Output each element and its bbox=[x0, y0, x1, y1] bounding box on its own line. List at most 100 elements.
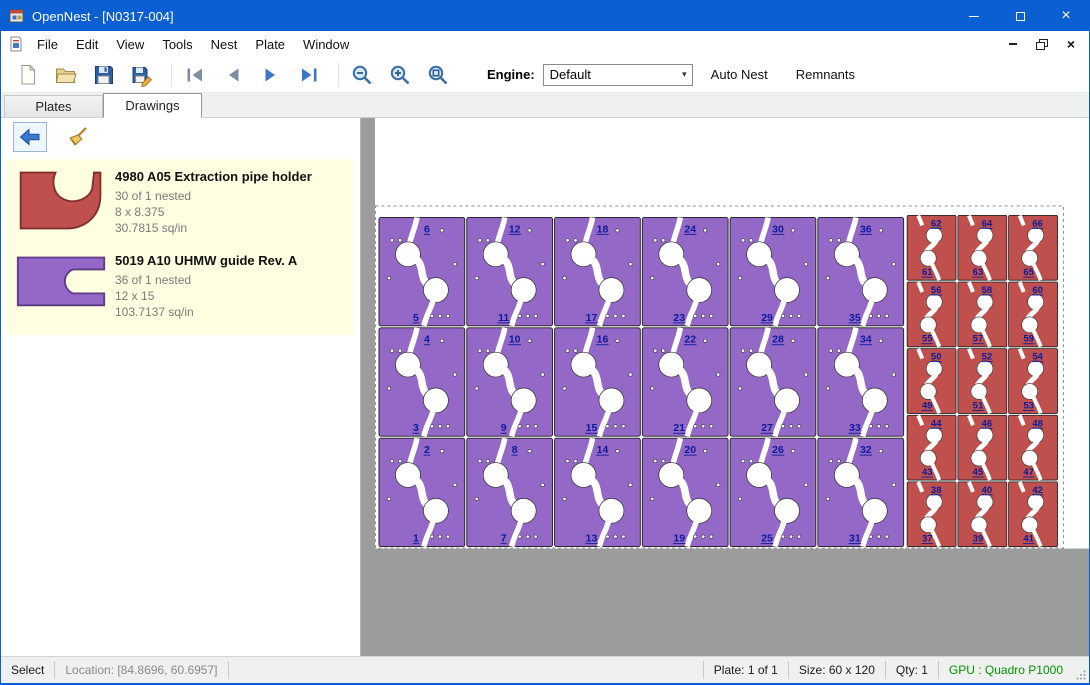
menu-edit[interactable]: Edit bbox=[67, 33, 107, 56]
last-plate-button[interactable] bbox=[296, 62, 322, 88]
resize-grip[interactable] bbox=[1073, 657, 1089, 683]
nest-cell-red-63-64[interactable]: 6463 bbox=[958, 215, 1007, 280]
svg-text:5: 5 bbox=[413, 313, 419, 324]
menu-file[interactable]: File bbox=[28, 33, 67, 56]
nest-cell-red-53-54[interactable]: 5453 bbox=[1009, 349, 1058, 414]
nest-cell-purple-35-36[interactable]: 3635 bbox=[818, 217, 904, 325]
next-plate-button[interactable] bbox=[258, 62, 284, 88]
mdi-close-button[interactable]: × bbox=[1061, 35, 1081, 53]
part-thumbnail bbox=[11, 250, 111, 309]
menu-window[interactable]: Window bbox=[294, 33, 358, 56]
previous-plate-button[interactable] bbox=[220, 62, 246, 88]
status-plate: Plate: 1 of 1 bbox=[704, 663, 788, 677]
svg-text:22: 22 bbox=[684, 335, 696, 346]
mdi-minimize-button[interactable] bbox=[1003, 35, 1023, 53]
app-window: OpenNest - [N0317-004] × File Edit View … bbox=[0, 0, 1090, 685]
minimize-button[interactable] bbox=[951, 1, 997, 31]
svg-text:66: 66 bbox=[1032, 218, 1043, 229]
resize-grip-icon bbox=[1075, 669, 1087, 681]
save-button[interactable] bbox=[91, 62, 117, 88]
nest-cell-purple-5-6[interactable]: 65 bbox=[379, 217, 465, 325]
zoom-in-button[interactable] bbox=[387, 62, 413, 88]
nest-cell-purple-19-20[interactable]: 2019 bbox=[642, 438, 728, 546]
auto-nest-button[interactable]: Auto Nest bbox=[701, 62, 778, 87]
zoom-out-button[interactable] bbox=[349, 62, 375, 88]
nest-cell-red-61-62[interactable]: 62 61 bbox=[907, 215, 956, 280]
svg-text:62: 62 bbox=[931, 218, 942, 229]
nest-cell-red-39-40[interactable]: 4039 bbox=[958, 482, 1007, 547]
nest-view[interactable]: 6512111817242330293635431091615222128273… bbox=[361, 118, 1089, 656]
nest-cell-purple-21-22[interactable]: 2221 bbox=[642, 328, 728, 436]
nest-cell-purple-15-16[interactable]: 1615 bbox=[555, 328, 641, 436]
svg-text:61: 61 bbox=[922, 267, 933, 278]
svg-text:54: 54 bbox=[1032, 352, 1043, 363]
mdi-restore-icon bbox=[1036, 39, 1048, 50]
maximize-button[interactable] bbox=[997, 1, 1043, 31]
nest-cell-red-45-46[interactable]: 4645 bbox=[958, 415, 1007, 480]
menu-view[interactable]: View bbox=[107, 33, 153, 56]
nest-cell-purple-25-26[interactable]: 2625 bbox=[730, 438, 816, 546]
nest-cell-red-59-60[interactable]: 6059 bbox=[1009, 282, 1058, 347]
svg-text:23: 23 bbox=[673, 313, 685, 324]
zoom-extents-icon bbox=[426, 63, 450, 87]
nest-cell-red-57-58[interactable]: 5857 bbox=[958, 282, 1007, 347]
save-as-icon bbox=[130, 63, 154, 87]
close-button[interactable]: × bbox=[1043, 1, 1089, 31]
nest-cell-purple-7-8[interactable]: 87 bbox=[467, 438, 553, 546]
save-as-button[interactable] bbox=[129, 62, 155, 88]
mdi-restore-button[interactable] bbox=[1032, 35, 1052, 53]
svg-text:9: 9 bbox=[501, 423, 507, 434]
nest-cell-red-65-66[interactable]: 6665 bbox=[1009, 215, 1058, 280]
svg-text:3: 3 bbox=[413, 423, 419, 434]
engine-select[interactable]: Default ▾ bbox=[543, 64, 693, 86]
svg-text:50: 50 bbox=[931, 352, 942, 363]
svg-text:60: 60 bbox=[1032, 285, 1043, 296]
first-plate-button[interactable] bbox=[182, 62, 208, 88]
drawing-list: 4980 A05 Extraction pipe holder 30 of 1 … bbox=[7, 159, 354, 335]
nest-cell-purple-3-4[interactable]: 43 bbox=[379, 328, 465, 436]
nest-cell-red-55-56[interactable]: 5655 bbox=[907, 282, 956, 347]
document-icon[interactable] bbox=[8, 36, 24, 52]
zoom-extents-button[interactable] bbox=[425, 62, 451, 88]
svg-text:10: 10 bbox=[509, 335, 521, 346]
nest-cell-purple-9-10[interactable]: 10 9 bbox=[467, 328, 553, 436]
clear-drawings-button[interactable] bbox=[61, 122, 95, 152]
nest-cell-purple-1-2[interactable]: 21 bbox=[379, 438, 465, 546]
svg-text:42: 42 bbox=[1032, 485, 1043, 496]
titlebar[interactable]: OpenNest - [N0317-004] × bbox=[1, 1, 1089, 31]
svg-text:41: 41 bbox=[1023, 534, 1034, 545]
drawing-item-extraction-pipe-holder[interactable]: 4980 A05 Extraction pipe holder 30 of 1 … bbox=[7, 159, 354, 243]
menu-plate[interactable]: Plate bbox=[246, 33, 294, 56]
nest-cell-purple-17-18[interactable]: 1817 bbox=[555, 217, 641, 325]
remnants-button[interactable]: Remnants bbox=[786, 62, 865, 87]
svg-text:51: 51 bbox=[973, 400, 984, 411]
nest-cell-purple-29-30[interactable]: 3029 bbox=[730, 217, 816, 325]
nest-cell-red-47-48[interactable]: 4847 bbox=[1009, 415, 1058, 480]
svg-text:39: 39 bbox=[973, 534, 984, 545]
svg-text:36: 36 bbox=[860, 224, 872, 235]
tab-plates[interactable]: Plates bbox=[4, 95, 103, 117]
svg-text:19: 19 bbox=[673, 534, 685, 545]
nest-cell-red-37-38[interactable]: 3837 bbox=[907, 482, 956, 547]
nest-cell-purple-31-32[interactable]: 3231 bbox=[818, 438, 904, 546]
new-file-button[interactable] bbox=[15, 62, 41, 88]
menu-nest[interactable]: Nest bbox=[202, 33, 247, 56]
nest-canvas[interactable]: 6512111817242330293635431091615222128273… bbox=[361, 118, 1089, 656]
send-to-nest-button[interactable] bbox=[13, 122, 47, 152]
nest-cell-purple-23-24[interactable]: 2423 bbox=[642, 217, 728, 325]
nest-cell-red-43-44[interactable]: 4443 bbox=[907, 415, 956, 480]
nest-cell-red-49-50[interactable]: 5049 bbox=[907, 349, 956, 414]
svg-text:8: 8 bbox=[512, 445, 518, 456]
nest-cell-purple-27-28[interactable]: 2827 bbox=[730, 328, 816, 436]
open-folder-icon bbox=[54, 63, 78, 87]
nest-cell-purple-11-12[interactable]: 1211 bbox=[467, 217, 553, 325]
nest-cell-red-51-52[interactable]: 5251 bbox=[958, 349, 1007, 414]
drawing-item-uhmw-guide[interactable]: 5019 A10 UHMW guide Rev. A 36 of 1 neste… bbox=[7, 243, 354, 335]
tab-drawings[interactable]: Drawings bbox=[103, 93, 202, 118]
menu-tools[interactable]: Tools bbox=[153, 33, 201, 56]
nest-cell-purple-13-14[interactable]: 1413 bbox=[555, 438, 641, 546]
save-icon bbox=[92, 63, 116, 87]
nest-cell-red-41-42[interactable]: 42 41 bbox=[1009, 482, 1058, 547]
nest-cell-purple-33-34[interactable]: 3433 bbox=[818, 328, 904, 436]
open-file-button[interactable] bbox=[53, 62, 79, 88]
